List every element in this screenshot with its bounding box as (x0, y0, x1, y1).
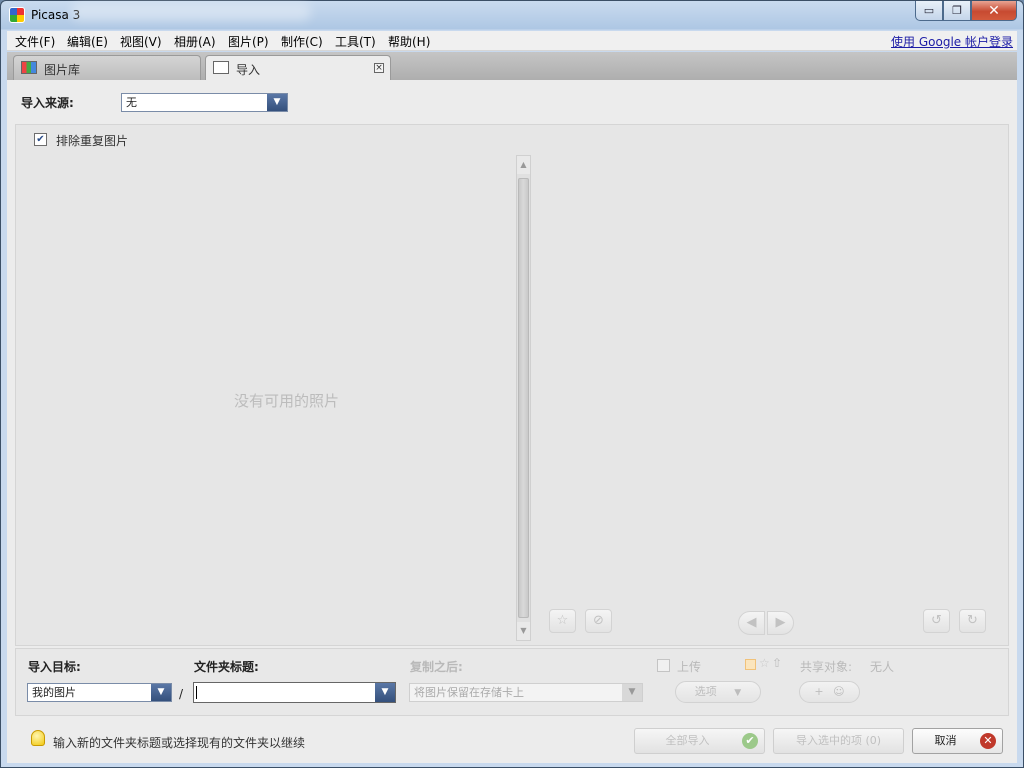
upload-checkbox[interactable] (657, 659, 670, 672)
folder-title-input[interactable]: ▼ (193, 682, 396, 703)
tab-import[interactable]: 导入 × (205, 55, 391, 80)
import-selected-label: 导入选中的项 (0) (795, 734, 882, 747)
share-label: 共享对象: (800, 660, 853, 674)
menu-album[interactable]: 相册(A) (174, 33, 216, 50)
import-source-select[interactable]: 无 ▼ (121, 93, 288, 112)
menu-bar: 文件(F) 编辑(E) 视图(V) 相册(A) 图片(P) 制作(C) 工具(T… (7, 31, 1017, 51)
after-copy-select[interactable]: 将图片保留在存储卡上 ▼ (409, 683, 643, 702)
title-bar[interactable]: Picasa 3 ▭ ❐ ✕ (1, 1, 1023, 30)
scroll-up-icon[interactable]: ▲ (517, 156, 530, 174)
menu-file[interactable]: 文件(F) (15, 33, 55, 50)
rotate-left-icon[interactable]: ↺ (923, 609, 950, 633)
menu-create[interactable]: 制作(C) (281, 33, 323, 50)
cancel-icon: ✕ (980, 733, 996, 749)
preview-scrollbar[interactable]: ▲ ▼ (516, 155, 531, 641)
target-label: 导入目标: (28, 660, 81, 674)
picasa-logo-icon (9, 7, 25, 23)
import-selected-button[interactable]: 导入选中的项 (0) (773, 728, 904, 754)
chevron-down-icon[interactable]: ▼ (267, 94, 287, 111)
photo-preview-area: ✔ 排除重复图片 没有可用的照片 ▲ ▼ ☆ ⊘ ◀ ▶ ↺ ↻ (15, 124, 1009, 646)
checkmark-icon: ✔ (742, 733, 758, 749)
picasa-window: Picasa 3 ▭ ❐ ✕ 文件(F) 编辑(E) 视图(V) 相册(A) 图… (0, 0, 1024, 768)
restore-button[interactable]: ❐ (943, 1, 971, 21)
path-separator: / (179, 687, 184, 701)
tab-import-label: 导入 (236, 63, 261, 77)
after-copy-label: 复制之后: (410, 660, 463, 674)
menu-tools[interactable]: 工具(T) (335, 33, 376, 50)
scroll-down-icon[interactable]: ▼ (517, 622, 530, 640)
minimize-button[interactable]: ▭ (915, 1, 943, 21)
person-icon: ☺ (833, 685, 845, 698)
menu-help[interactable]: 帮助(H) (388, 33, 430, 50)
chevron-down-icon[interactable]: ▼ (151, 684, 171, 701)
cancel-label: 取消 (934, 734, 957, 747)
tab-library[interactable]: 图片库 (13, 55, 201, 80)
share-value: 无人 (870, 660, 895, 674)
import-panel: 导入来源: 无 ▼ ✔ 排除重复图片 没有可用的照片 ▲ ▼ ☆ ⊘ ◀ ▶ ↺… (7, 80, 1017, 763)
import-options-bar: 导入目标: 我的图片 ▼ / 文件夹标题: ▼ 复制之后: 将图片保留在存储卡上… (15, 648, 1009, 716)
folder-title-label: 文件夹标题: (194, 660, 259, 674)
add-share-button[interactable]: + ☺ (799, 681, 860, 703)
target-select[interactable]: 我的图片 ▼ (27, 683, 172, 702)
star-icon[interactable]: ☆ (549, 609, 576, 633)
exclude-duplicates-label: 排除重复图片 (56, 134, 129, 148)
lightbulb-icon (31, 730, 45, 746)
empty-message: 没有可用的照片 (234, 392, 340, 410)
scroll-thumb[interactable] (518, 178, 529, 618)
album-icon (745, 659, 756, 670)
title-bar-glass (71, 3, 311, 21)
menu-picture[interactable]: 图片(P) (228, 33, 269, 50)
window-controls: ▭ ❐ ✕ (915, 1, 1017, 21)
camera-icon (213, 61, 229, 74)
google-signin-link[interactable]: 使用 Google 帐户登录 (891, 33, 1013, 50)
menu-edit[interactable]: 编辑(E) (67, 33, 108, 50)
add-share-label: + (814, 685, 824, 698)
tab-close-icon[interactable]: × (374, 63, 384, 73)
next-icon[interactable]: ▶ (767, 611, 794, 635)
tab-library-label: 图片库 (44, 63, 81, 77)
import-source-value: 无 (126, 96, 137, 109)
chevron-down-icon[interactable]: ▼ (622, 684, 642, 701)
chevron-down-icon: ▼ (734, 688, 742, 698)
upload-label: 上传 (677, 660, 702, 674)
exclude-duplicates-checkbox[interactable]: ✔ (34, 133, 47, 146)
previous-icon[interactable]: ◀ (738, 611, 765, 635)
cancel-button[interactable]: 取消 ✕ (912, 728, 1003, 754)
target-value: 我的图片 (32, 686, 76, 699)
chevron-down-icon[interactable]: ▼ (375, 683, 395, 702)
options-button[interactable]: 选项 ▼ (675, 681, 761, 703)
star-icon: ☆ (759, 656, 770, 670)
menu-view[interactable]: 视图(V) (120, 33, 162, 50)
options-label: 选项 (694, 685, 717, 698)
text-cursor (196, 686, 197, 699)
rotate-right-icon[interactable]: ↻ (959, 609, 986, 633)
import-source-label: 导入来源: (21, 96, 74, 110)
status-hint: 输入新的文件夹标题或选择现有的文件夹以继续 (53, 736, 306, 750)
after-copy-value: 将图片保留在存储卡上 (414, 686, 524, 699)
tab-strip: 图片库 导入 × (7, 52, 1017, 80)
import-all-label: 全部导入 (665, 734, 710, 747)
upload-arrow-icon: ⇧ (772, 656, 783, 670)
library-icon (21, 61, 37, 74)
import-all-button[interactable]: 全部导入 ✔ (634, 728, 765, 754)
status-bar: 输入新的文件夹标题或选择现有的文件夹以继续 全部导入 ✔ 导入选中的项 (0) … (13, 723, 1013, 759)
close-button[interactable]: ✕ (971, 1, 1017, 21)
exclude-icon[interactable]: ⊘ (585, 609, 612, 633)
